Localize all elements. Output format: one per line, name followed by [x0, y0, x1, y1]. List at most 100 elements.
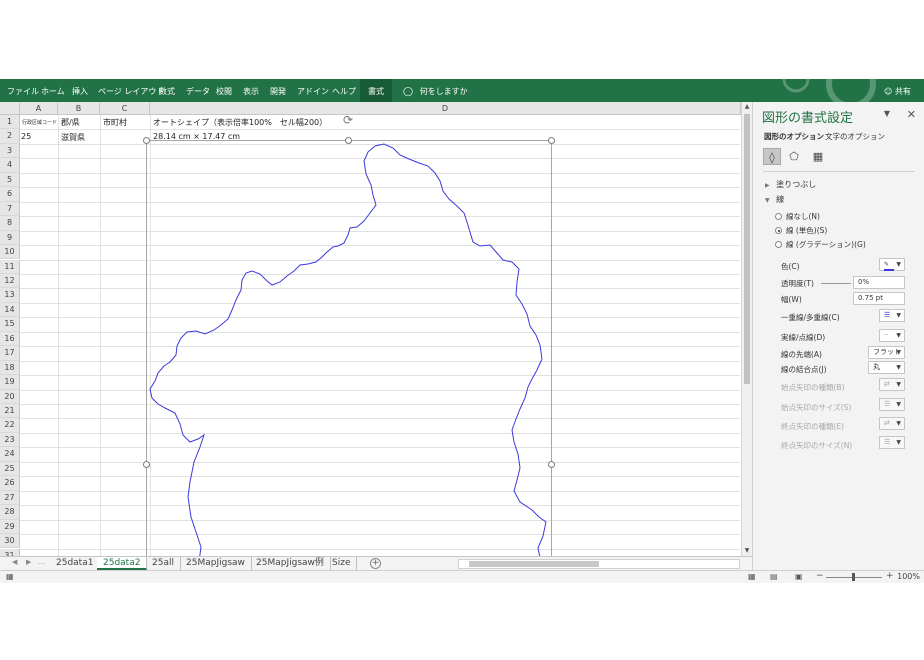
fill-section-header[interactable]: ▶ 塗りつぶし [765, 179, 816, 190]
ribbon-tab-bar: ファイル ホーム 挿入 ページ レイアウト 数式 データ 校閲 表示 開発 アド… [0, 79, 924, 102]
join-type-value: 丸 [873, 363, 880, 371]
end-arrow-size-label: 終点矢印のサイズ(N) [781, 441, 853, 450]
pane-separator [763, 171, 915, 172]
cap-type-label: 線の先端(A) [781, 350, 822, 359]
tab-page-layout[interactable]: ページ レイアウト [98, 86, 164, 97]
sheet-nav-next-icon[interactable]: ▶ [26, 558, 31, 566]
scroll-down-icon[interactable]: ▼ [742, 546, 752, 556]
page-layout-view-icon[interactable]: ▤ [770, 572, 778, 581]
pen-color-icon: ✎ [884, 261, 894, 271]
end-arrow-size-dropdown[interactable]: ☰ ▼ [879, 436, 905, 449]
normal-view-icon[interactable]: ▦ [748, 572, 756, 581]
person-icon: ☺ [884, 87, 893, 96]
radio-no-line-label: 線なし(N) [786, 212, 820, 221]
sheet-tab-25data1[interactable]: 25data1 [50, 557, 101, 570]
chevron-down-icon: ▼ [896, 401, 901, 408]
radio-solid-line[interactable]: 線 (単色)(S) [775, 225, 827, 236]
scroll-up-icon[interactable]: ▲ [742, 102, 752, 112]
radio-no-line-circle[interactable] [775, 213, 782, 220]
tab-data[interactable]: データ [186, 86, 210, 97]
status-bar: ▦ ▦ ▤ ▣ − + 100% [0, 570, 924, 583]
radio-gradient-line[interactable]: 線 (グラデーション)(G) [775, 239, 866, 250]
tab-formulas[interactable]: 数式 [159, 86, 175, 97]
vertical-scrollbar[interactable]: ▲ ▼ [741, 102, 752, 556]
compound-lines-icon: ☰ [884, 311, 891, 319]
tab-file[interactable]: ファイル [7, 86, 39, 97]
width-label: 幅(W) [781, 295, 802, 304]
pane-options-icon[interactable]: ▼ [884, 109, 890, 118]
macro-record-icon[interactable]: ▦ [6, 572, 14, 581]
tab-developer[interactable]: 開発 [270, 86, 286, 97]
chevron-down-icon: ▼ [896, 381, 901, 388]
chevron-down-icon: ▼ [896, 439, 901, 446]
cap-type-dropdown[interactable]: フラット ▼ [868, 346, 905, 359]
chevron-down-icon: ▼ [896, 420, 901, 427]
tab-text-options[interactable]: 文字のオプション [825, 131, 885, 142]
radio-no-line[interactable]: 線なし(N) [775, 211, 820, 222]
sheet-tab-25data2[interactable]: 25data2 [97, 557, 148, 570]
compound-type-dropdown[interactable]: ☰ ▼ [879, 309, 905, 322]
chevron-down-icon: ▼ [896, 332, 901, 339]
width-input[interactable]: 0.75 pt [853, 292, 905, 305]
sheet-tab-25mapjigsaw[interactable]: 25MapJigsaw [180, 557, 252, 570]
join-type-label: 線の結合点(J) [781, 365, 827, 374]
begin-arrow-type-label: 始点矢印の種類(B) [781, 383, 845, 392]
share-button[interactable]: ☺ 共有 [884, 86, 911, 97]
dash-lines-icon: ┄ [884, 331, 889, 339]
tab-insert[interactable]: 挿入 [72, 86, 88, 97]
begin-arrow-size-dropdown[interactable]: ☰ ▼ [879, 398, 905, 411]
radio-gradient-line-label: 線 (グラデーション)(G) [786, 240, 866, 249]
join-type-dropdown[interactable]: 丸 ▼ [868, 361, 905, 374]
fill-line-icon[interactable]: ◊ [763, 148, 781, 165]
ribbon-decoration [782, 79, 876, 102]
transparency-label: 透明度(T) [781, 279, 814, 288]
radio-solid-line-label: 線 (単色)(S) [786, 226, 828, 235]
tab-home[interactable]: ホーム [41, 86, 65, 97]
chevron-down-icon: ▼ [896, 364, 901, 371]
sheet-tab-25all[interactable]: 25all [146, 557, 181, 570]
arrow-type-icon: ⇄ [884, 419, 890, 427]
tab-view[interactable]: 表示 [243, 86, 259, 97]
tab-shape-options[interactable]: 図形のオプション [764, 131, 824, 142]
horizontal-scrollbar[interactable] [458, 559, 740, 569]
worksheet-grid[interactable]: A B C D 1 2 3 4 5 6 7 8 9 10 11 12 13 14 15 16 17 18 19 20 2… [0, 102, 752, 556]
compound-type-label: 一重線/多重線(C) [781, 313, 840, 322]
radio-gradient-line-circle[interactable] [775, 241, 782, 248]
size-properties-icon[interactable]: ▦ [809, 148, 827, 165]
zoom-slider-thumb[interactable] [852, 573, 855, 581]
line-section-header[interactable]: ▼ 線 [765, 194, 784, 205]
close-icon[interactable]: ✕ [907, 108, 916, 121]
sheet-tab-bar: ◀ ▶ … 25data1 25data2 25all 25MapJigsaw … [0, 556, 752, 570]
zoom-level[interactable]: 100% [897, 572, 920, 581]
tab-review[interactable]: 校閲 [216, 86, 232, 97]
tab-help[interactable]: ヘルプ [332, 86, 356, 97]
zoom-out-icon[interactable]: − [816, 571, 824, 581]
dash-type-dropdown[interactable]: ┄ ▼ [879, 329, 905, 342]
sheet-tab-size[interactable]: Size [326, 557, 358, 570]
sheet-nav-more-icon[interactable]: … [38, 558, 45, 566]
transparency-slider[interactable] [821, 283, 851, 284]
share-label: 共有 [894, 87, 911, 96]
end-arrow-type-dropdown[interactable]: ⇄ ▼ [879, 417, 905, 430]
line-color-button[interactable]: ✎ ▼ [879, 258, 905, 271]
radio-solid-line-circle[interactable] [775, 227, 782, 234]
horizontal-scroll-thumb[interactable] [469, 561, 599, 567]
page-break-view-icon[interactable]: ▣ [795, 572, 803, 581]
tab-format[interactable]: 書式 [360, 79, 392, 102]
vertical-scroll-thumb[interactable] [744, 114, 750, 384]
pane-title: 図形の書式設定 [762, 111, 854, 126]
chevron-right-icon: ▶ [765, 182, 770, 189]
end-arrow-type-label: 終点矢印の種類(E) [781, 422, 845, 431]
sheet-nav-prev-icon[interactable]: ◀ [12, 558, 17, 566]
tab-addins[interactable]: アドイン [297, 86, 329, 97]
shiga-outline-shape[interactable] [0, 102, 741, 556]
tell-me-box[interactable]: ◯ 何をしますか [403, 86, 468, 97]
add-sheet-button[interactable]: + [370, 558, 381, 569]
transparency-input[interactable]: 0% [853, 276, 905, 289]
sheet-tab-25mapjigsaw-example[interactable]: 25MapJigsaw例 [250, 557, 331, 570]
chevron-down-icon: ▼ [765, 197, 770, 204]
effects-icon[interactable]: ⬠ [785, 148, 803, 165]
begin-arrow-type-dropdown[interactable]: ⇄ ▼ [879, 378, 905, 391]
zoom-in-icon[interactable]: + [886, 571, 894, 581]
fill-section-label: 塗りつぶし [776, 180, 817, 189]
